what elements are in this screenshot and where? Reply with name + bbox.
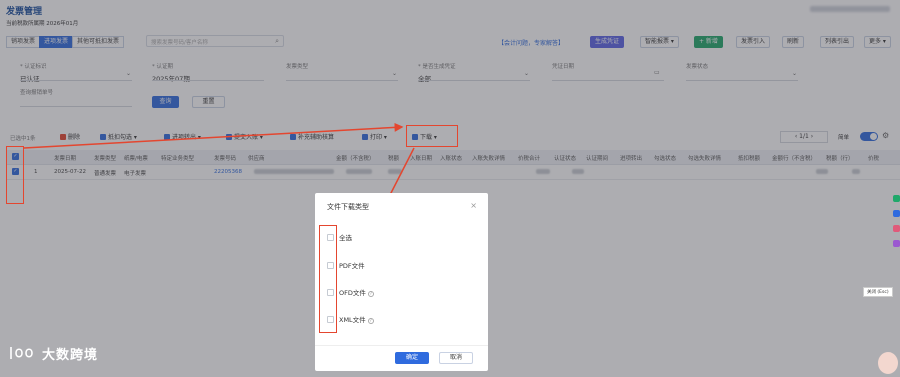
- side-widget-blue[interactable]: [893, 210, 900, 217]
- option-select-all-label: 全选: [339, 234, 352, 242]
- option-ofd-label: OFD文件: [339, 289, 366, 297]
- info-icon[interactable]: ?: [367, 291, 374, 297]
- side-widget-purple[interactable]: [893, 240, 900, 247]
- watermark-logo: [10, 347, 33, 359]
- modal-title: 文件下载类型: [327, 203, 369, 211]
- modal-divider: [315, 345, 488, 346]
- option-xml-label: XML文件: [339, 316, 366, 324]
- close-icon[interactable]: ×: [470, 201, 477, 210]
- info-icon[interactable]: ?: [367, 318, 374, 324]
- watermark-text: 大数跨境: [42, 348, 99, 363]
- assistant-avatar[interactable]: [878, 352, 898, 374]
- annotation-options-box: [319, 225, 337, 333]
- close-tooltip: 关闭 (Esc): [863, 287, 893, 297]
- cancel-button[interactable]: 取消: [439, 352, 473, 364]
- confirm-button[interactable]: 确定: [395, 352, 429, 364]
- download-type-modal: 文件下载类型 × 全选 PDF文件 OFD文件? XML文件? 确定 取消: [315, 193, 488, 371]
- option-pdf-label: PDF文件: [339, 262, 365, 270]
- arrow-to-download: [23, 122, 404, 149]
- side-widget-pink[interactable]: [893, 225, 900, 232]
- side-widget-green[interactable]: [893, 195, 900, 202]
